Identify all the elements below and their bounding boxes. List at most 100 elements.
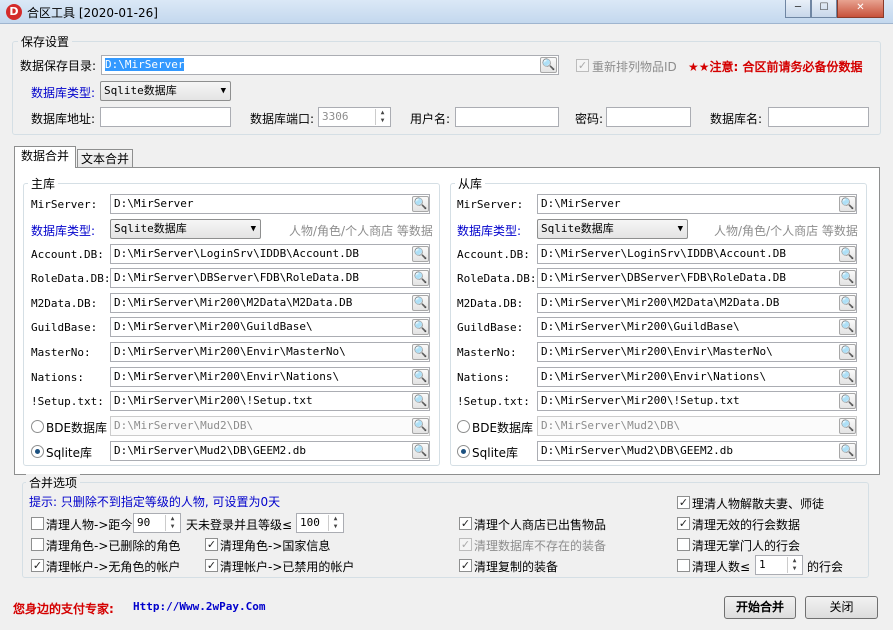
main-m2data-browse-icon[interactable]: 🔍 <box>412 295 429 311</box>
close-button[interactable]: 关闭 <box>805 596 878 619</box>
sub-row-label: !Setup.txt: <box>457 395 530 408</box>
sub-bde-browse-icon[interactable]: 🔍 <box>839 418 856 434</box>
main-m2data-input[interactable]: D:\MirServer\Mir200\M2Data\M2Data.DB <box>110 293 430 313</box>
sub-setup-browse-icon[interactable]: 🔍 <box>839 393 856 409</box>
main-sqlite-radio[interactable] <box>31 445 44 458</box>
main-account-input[interactable]: D:\MirServer\LoginSrv\IDDB\Account.DB <box>110 244 430 264</box>
spinner-arrows-icon[interactable]: ▲ ▼ <box>328 515 342 531</box>
main-setup-input[interactable]: D:\MirServer\Mir200\!Setup.txt <box>110 391 430 411</box>
sub-db-type-value: Sqlite数据库 <box>541 222 614 235</box>
sub-db-type-select[interactable]: Sqlite数据库 ▼ <box>537 219 688 239</box>
username-input[interactable] <box>455 107 559 127</box>
main-guildbase-input[interactable]: D:\MirServer\Mir200\GuildBase\ <box>110 317 430 337</box>
spinner-arrows-icon[interactable]: ▲ ▼ <box>375 109 389 125</box>
main-db-type-value: Sqlite数据库 <box>114 222 187 235</box>
sub-guildbase-browse-icon[interactable]: 🔍 <box>839 319 856 335</box>
sub-masterno-browse-icon[interactable]: 🔍 <box>839 344 856 360</box>
clear-leaderless-guild-checkbox[interactable] <box>677 538 690 551</box>
sub-guildbase-input[interactable]: D:\MirServer\Mir200\GuildBase\ <box>537 317 857 337</box>
sub-sqlite-radio[interactable] <box>457 445 470 458</box>
db-type-select[interactable]: Sqlite数据库 ▼ <box>100 81 231 101</box>
clear-inactive-checkbox[interactable] <box>31 517 44 530</box>
sub-account-browse-icon[interactable]: 🔍 <box>839 246 856 262</box>
slogan-link[interactable]: Http://Www.2wPay.Com <box>133 600 265 613</box>
tab-text-merge[interactable]: 文本合并 <box>77 149 133 169</box>
level-label: 天未登录并且等级≤ <box>186 518 293 532</box>
spinner-arrows-icon[interactable]: ▲ ▼ <box>165 515 179 531</box>
main-bde-input[interactable]: D:\MirServer\Mud2\DB\ <box>110 416 430 436</box>
clear-banned-account-checkbox[interactable]: ✓ <box>205 559 218 572</box>
main-roledata-input[interactable]: D:\MirServer\DBServer\FDB\RoleData.DB <box>110 268 430 288</box>
clear-no-role-account-label: 清理帐户->无角色的帐户 <box>46 560 181 574</box>
clear-no-role-account-checkbox[interactable]: ✓ <box>31 559 44 572</box>
db-name-input[interactable] <box>768 107 869 127</box>
main-db-title: 主库 <box>28 175 59 192</box>
clear-missing-equip-checkbox[interactable]: ✓ <box>459 538 472 551</box>
sub-bde-input[interactable]: D:\MirServer\Mud2\DB\ <box>537 416 857 436</box>
backup-notice: ★★注意: 合区前请务必备份数据 <box>688 60 863 74</box>
main-masterno-input[interactable]: D:\MirServer\Mir200\Envir\MasterNo\ <box>110 342 430 362</box>
main-guildbase-browse-icon[interactable]: 🔍 <box>412 319 429 335</box>
save-settings-title: 保存设置 <box>18 33 73 50</box>
main-nations-browse-icon[interactable]: 🔍 <box>412 369 429 385</box>
spinner-arrows-icon[interactable]: ▲ ▼ <box>787 557 801 573</box>
merge-tip: 提示: 只删除不到指定等级的人物, 可设置为0天 <box>29 495 281 509</box>
main-mirserver-input[interactable]: D:\MirServer <box>110 194 430 214</box>
close-window-button[interactable]: ✕ <box>837 0 884 18</box>
title-bar[interactable]: D 合区工具 [2020-01-26] ─ ☐ ✕ <box>0 0 893 24</box>
start-merge-button[interactable]: 开始合并 <box>724 596 796 619</box>
main-db-type-select[interactable]: Sqlite数据库 ▼ <box>110 219 261 239</box>
sub-nations-input[interactable]: D:\MirServer\Mir200\Envir\Nations\ <box>537 367 857 387</box>
days-spinner[interactable]: 90 ▲ ▼ <box>133 513 181 533</box>
days-value: 90 <box>137 516 151 529</box>
db-addr-input[interactable] <box>100 107 231 127</box>
db-port-spinner[interactable]: 3306 ▲ ▼ <box>318 107 391 127</box>
clear-invalid-guild-checkbox[interactable]: ✓ <box>677 517 690 530</box>
sub-row-label: Nations: <box>457 371 510 384</box>
sub-sqlite-browse-icon[interactable]: 🔍 <box>839 443 856 459</box>
clear-nation-checkbox[interactable]: ✓ <box>205 538 218 551</box>
sub-m2data-input[interactable]: D:\MirServer\Mir200\M2Data\M2Data.DB <box>537 293 857 313</box>
main-account-browse-icon[interactable]: 🔍 <box>412 246 429 262</box>
sub-roledata-input[interactable]: D:\MirServer\DBServer\FDB\RoleData.DB <box>537 268 857 288</box>
guild-count-spinner[interactable]: 1 ▲ ▼ <box>755 555 803 575</box>
sub-bde-radio[interactable] <box>457 420 470 433</box>
clear-small-guild-checkbox[interactable] <box>677 559 690 572</box>
main-bde-browse-icon[interactable]: 🔍 <box>412 418 429 434</box>
save-dir-input[interactable]: D:\MirServer <box>101 55 559 75</box>
tab-data-merge[interactable]: 数据合并 <box>14 146 76 168</box>
sub-roledata-browse-icon[interactable]: 🔍 <box>839 270 856 286</box>
minimize-button[interactable]: ─ <box>785 0 811 18</box>
main-mirserver-browse-icon[interactable]: 🔍 <box>412 196 429 212</box>
clear-deleted-role-checkbox[interactable] <box>31 538 44 551</box>
sub-setup-input[interactable]: D:\MirServer\Mir200\!Setup.txt <box>537 391 857 411</box>
password-input[interactable] <box>606 107 691 127</box>
clear-shop-sold-checkbox[interactable]: ✓ <box>459 517 472 530</box>
sub-row-label: RoleData.DB: <box>457 272 537 285</box>
sub-db-title: 从库 <box>455 175 486 192</box>
sub-sqlite-input[interactable]: D:\MirServer\Mud2\DB\GEEM2.db <box>537 441 857 461</box>
main-roledata-browse-icon[interactable]: 🔍 <box>412 270 429 286</box>
level-spinner[interactable]: 100 ▲ ▼ <box>296 513 344 533</box>
main-sqlite-browse-icon[interactable]: 🔍 <box>412 443 429 459</box>
save-dir-browse-icon[interactable]: 🔍 <box>540 57 557 73</box>
main-setup-browse-icon[interactable]: 🔍 <box>412 393 429 409</box>
maximize-button[interactable]: ☐ <box>811 0 837 18</box>
sub-m2data-browse-icon[interactable]: 🔍 <box>839 295 856 311</box>
sub-mirserver-browse-icon[interactable]: 🔍 <box>839 196 856 212</box>
sub-nations-browse-icon[interactable]: 🔍 <box>839 369 856 385</box>
main-bde-label: BDE数据库 <box>46 421 108 435</box>
main-sqlite-input[interactable]: D:\MirServer\Mud2\DB\GEEM2.db <box>110 441 430 461</box>
main-sqlite-label: Sqlite库 <box>46 446 92 460</box>
sub-account-input[interactable]: D:\MirServer\LoginSrv\IDDB\Account.DB <box>537 244 857 264</box>
sub-mirserver-input[interactable]: D:\MirServer <box>537 194 857 214</box>
clear-duplicate-equip-checkbox[interactable]: ✓ <box>459 559 472 572</box>
dissolve-couple-checkbox[interactable]: ✓ <box>677 496 690 509</box>
main-masterno-browse-icon[interactable]: 🔍 <box>412 344 429 360</box>
sub-masterno-input[interactable]: D:\MirServer\Mir200\Envir\MasterNo\ <box>537 342 857 362</box>
sub-db-hint: 人物/角色/个人商店 等数据 <box>714 224 858 238</box>
main-bde-radio[interactable] <box>31 420 44 433</box>
reorder-checkbox[interactable]: ✓ <box>576 59 589 72</box>
main-nations-input[interactable]: D:\MirServer\Mir200\Envir\Nations\ <box>110 367 430 387</box>
main-row-label: Nations: <box>31 371 84 384</box>
